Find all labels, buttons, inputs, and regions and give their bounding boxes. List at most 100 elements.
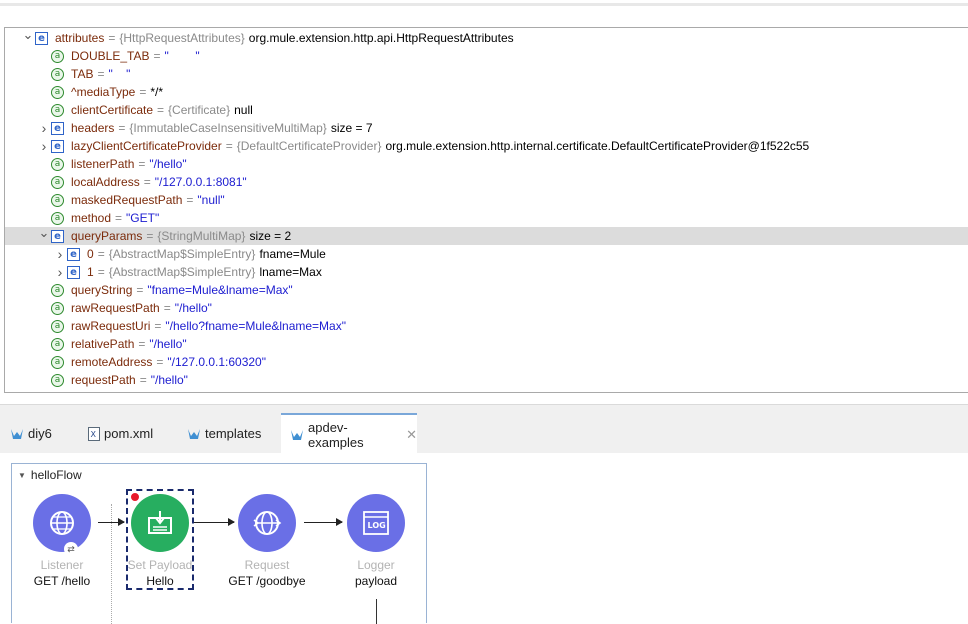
variable-name: ^mediaType	[71, 85, 136, 99]
set-payload-label: Set Payload	[127, 558, 193, 572]
tab-apdev-examples[interactable]: apdev-examples ✕	[281, 413, 417, 454]
variable-row[interactable]: a remoteAddress = "/127.0.0.1:60320"	[5, 353, 968, 371]
variable-row[interactable]: a maskedRequestPath = "null"	[5, 191, 968, 209]
variable-row[interactable]: a clientCertificate = {Certificate} null	[5, 101, 968, 119]
top-strip	[0, 0, 968, 27]
equals-sign: =	[97, 265, 105, 279]
variable-name: headers	[71, 121, 115, 135]
tab-label: apdev-examples	[308, 419, 364, 450]
variable-row[interactable]: a listenerPath = "/hello"	[5, 155, 968, 173]
tab-templates[interactable]: templates	[187, 413, 261, 454]
variable-row[interactable]: a relativePath = "/hello"	[5, 335, 968, 353]
equals-sign: =	[139, 85, 147, 99]
editor-tabbar: diy6 X pom.xml templates apdev-examples …	[0, 404, 968, 454]
logger-circle: LOG	[347, 494, 405, 552]
attribute-field-icon: a	[51, 193, 64, 207]
http-request-icon	[253, 511, 282, 535]
equals-sign: =	[156, 355, 164, 369]
attribute-field-icon: a	[51, 211, 64, 225]
tab-label: templates	[205, 426, 262, 441]
equals-sign: =	[136, 283, 144, 297]
variable-name: listenerPath	[71, 157, 135, 171]
variable-name: rawRequestUri	[71, 319, 151, 333]
request-component[interactable]: Request GET /goodbye	[227, 494, 307, 588]
variable-row[interactable]: › e headers = {ImmutableCaseInsensitiveMulti…	[5, 119, 968, 137]
variable-row[interactable]: › e 0 = {AbstractMap$SimpleEntry} fname=Mule	[5, 245, 968, 263]
listener-component[interactable]: ⇄ Listener GET /hello	[22, 494, 102, 588]
variable-name: 1	[87, 265, 94, 279]
listener-sub: GET /hello	[33, 574, 91, 588]
equals-sign: =	[97, 247, 105, 261]
variable-row[interactable]: ⌄ e attributes = {HttpRequestAttributes} org.…	[5, 26, 968, 47]
mule-icon	[290, 428, 304, 442]
variable-name: requestPath	[71, 373, 136, 387]
attribute-field-icon: a	[51, 67, 64, 81]
chevron-right-icon[interactable]: ›	[37, 137, 51, 155]
attribute-field-icon: a	[51, 301, 64, 315]
variable-row[interactable]: › e lazyClientCertificateProvider = {Default…	[5, 137, 968, 155]
variable-name: attributes	[55, 31, 105, 45]
chevron-down-icon[interactable]: ⌄	[21, 26, 35, 44]
variable-string-value: "fname=Mule&lname=Max"	[147, 283, 293, 297]
variable-string-value: "/hello?fname=Mule&lname=Max"	[165, 319, 346, 333]
logger-label: Logger	[357, 558, 395, 572]
variables-panel: ⌄ e attributes = {HttpRequestAttributes} org.…	[4, 27, 968, 393]
variable-name: localAddress	[71, 175, 140, 189]
variable-row[interactable]: a ^mediaType = */*	[5, 83, 968, 101]
collapse-triangle-icon[interactable]: ▼	[18, 471, 26, 480]
variable-row[interactable]: a method = "GET"	[5, 209, 968, 227]
variable-name: maskedRequestPath	[71, 193, 183, 207]
variable-name: TAB	[71, 67, 94, 81]
logger-component[interactable]: LOG Logger payload	[336, 494, 416, 588]
variable-row[interactable]: a DOUBLE_TAB = " "	[5, 47, 968, 65]
request-label: Request	[244, 558, 290, 572]
variable-name: rawRequestPath	[71, 301, 160, 315]
variable-string-value: "/127.0.0.1:8081"	[154, 175, 247, 189]
variable-row[interactable]: a rawRequestUri = "/hello?fname=Mule&lname=…	[5, 317, 968, 335]
attribute-field-icon: a	[51, 355, 64, 369]
variable-row[interactable]: › e 1 = {AbstractMap$SimpleEntry} lname=Max	[5, 263, 968, 281]
chevron-down-icon[interactable]: ⌄	[37, 224, 51, 242]
chevron-right-icon[interactable]: ›	[37, 119, 51, 137]
equals-sign: =	[139, 373, 147, 387]
set-payload-sub: Hello	[146, 574, 174, 588]
chevron-right-icon[interactable]: ›	[53, 245, 67, 263]
listener-circle	[33, 494, 91, 552]
variable-name: relativePath	[71, 337, 135, 351]
variable-row[interactable]: a localAddress = "/127.0.0.1:8081"	[5, 173, 968, 191]
variable-value: fname=Mule	[259, 247, 326, 261]
variable-value: org.mule.extension.http.api.HttpRequestA…	[248, 31, 514, 45]
attribute-field-icon: a	[51, 103, 64, 117]
equals-sign: =	[146, 229, 154, 243]
variable-name: clientCertificate	[71, 103, 154, 117]
equals-sign: =	[115, 211, 123, 225]
variable-row[interactable]: a requestPath = "/hello"	[5, 371, 968, 389]
equals-sign: =	[154, 319, 162, 333]
equals-sign: =	[138, 157, 146, 171]
set-payload-component[interactable]: Set Payload Hello	[120, 494, 200, 588]
attribute-field-icon: a	[51, 85, 64, 99]
horizontal-scrollbar[interactable]	[0, 3, 968, 6]
close-icon[interactable]: ✕	[406, 427, 417, 443]
attribute-field-icon: a	[51, 175, 64, 189]
flow-canvas: ▼ helloFlow ⇄ Listener GET /hello Set Pa…	[0, 453, 968, 624]
variable-type: {ImmutableCaseInsensitiveMultiMap}	[129, 121, 327, 135]
set-payload-circle	[131, 494, 189, 552]
variable-row[interactable]: a queryString = "fname=Mule&lname=Max"	[5, 281, 968, 299]
flow-title[interactable]: ▼ helloFlow	[18, 468, 82, 482]
tab-label: diy6	[28, 426, 52, 441]
variable-row[interactable]: ⌄ e queryParams = {StringMultiMap} size = 2	[5, 224, 968, 245]
tab-pom-xml[interactable]: X pom.xml	[88, 413, 153, 454]
xml-file-icon: X	[88, 426, 100, 441]
tab-diy6[interactable]: diy6	[10, 413, 52, 454]
variable-row[interactable]: a rawRequestPath = "/hello"	[5, 299, 968, 317]
variable-row[interactable]: a TAB = " "	[5, 65, 968, 83]
variable-type: {AbstractMap$SimpleEntry}	[108, 265, 256, 279]
exchange-pattern-icon: ⇄	[64, 542, 78, 556]
equals-sign: =	[97, 67, 105, 81]
chevron-right-icon[interactable]: ›	[53, 263, 67, 281]
